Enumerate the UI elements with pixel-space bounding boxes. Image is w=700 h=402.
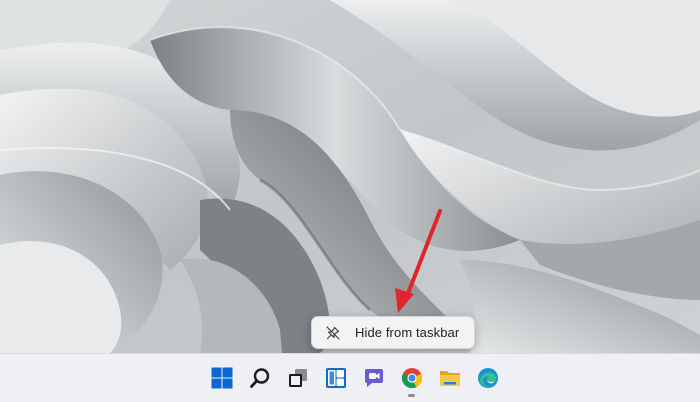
menu-item-label: Hide from taskbar [355,325,460,340]
taskbar-context-menu: Hide from taskbar [311,316,475,349]
chrome-button[interactable] [392,358,432,398]
file-explorer-button[interactable] [430,358,470,398]
chrome-icon [401,367,423,389]
taskbar [0,353,700,402]
widgets-icon [325,367,347,389]
file-explorer-icon [439,367,461,389]
task-view-icon [287,367,309,389]
widgets-button[interactable] [316,358,356,398]
search-icon [249,367,271,389]
unpin-icon [325,325,341,341]
start-button[interactable] [202,358,242,398]
search-button[interactable] [240,358,280,398]
running-indicator [408,394,415,397]
desktop-wallpaper [0,0,700,353]
start-icon [211,367,233,389]
edge-button[interactable] [468,358,508,398]
chat-button[interactable] [354,358,394,398]
chat-icon [363,367,385,389]
hide-from-taskbar-menu-item[interactable]: Hide from taskbar [316,320,470,345]
edge-icon [477,367,499,389]
task-view-button[interactable] [278,358,318,398]
